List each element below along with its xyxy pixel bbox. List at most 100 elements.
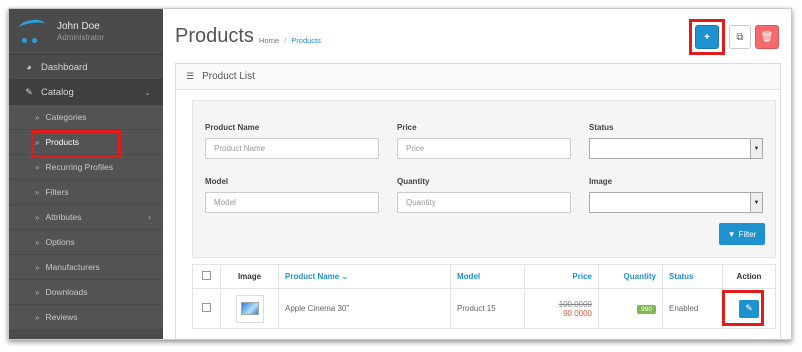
row-action: ✎ xyxy=(722,288,776,329)
double-chevron-right-icon: » xyxy=(35,137,40,147)
col-price[interactable]: Price xyxy=(524,264,599,289)
sidebar-item-recurring-profiles[interactable]: » Recurring Profiles xyxy=(9,155,163,180)
sidebar-item-label: Attributes xyxy=(45,212,82,222)
col-action: Action xyxy=(722,264,776,289)
breadcrumb: Home / Products xyxy=(259,36,321,45)
sidebar-item-label: Downloads xyxy=(45,287,88,297)
copy-button[interactable]: ⧉ xyxy=(729,25,751,49)
col-image: Image xyxy=(220,264,279,289)
copy-icon: ⧉ xyxy=(736,31,744,43)
select-all-checkbox[interactable] xyxy=(202,271,211,280)
sidebar-item-categories[interactable]: » Categories xyxy=(9,105,163,130)
profile-role: Administrator xyxy=(57,32,105,42)
model-input[interactable]: Model xyxy=(205,192,379,213)
row-select-cell xyxy=(192,288,221,329)
app-window: John Doe Administrator ◕ Dashboard ✎ Cat… xyxy=(8,8,792,340)
table-header-row: Image Product Name ⌄ Model Price Quantit… xyxy=(192,264,776,289)
filter-quantity: Quantity Quantity xyxy=(397,177,571,213)
quantity-badge: 990 xyxy=(637,305,656,314)
sidebar-item-label: Options xyxy=(45,237,75,247)
double-chevron-right-icon: » xyxy=(35,187,40,197)
double-chevron-right-icon: » xyxy=(35,262,40,272)
row-model: Product 15 xyxy=(450,288,525,329)
filter-model: Model Model xyxy=(205,177,379,213)
double-chevron-right-icon: » xyxy=(35,112,40,122)
table-row: Apple Cinema 30" Product 15 100.0000 90.… xyxy=(192,288,776,329)
sidebar-item-products[interactable]: » Products xyxy=(9,130,163,155)
filter-product-name: Product Name Product Name xyxy=(205,123,379,159)
dropdown-arrow-icon: ▼ xyxy=(750,139,762,158)
sidebar-item-catalog[interactable]: ✎ Catalog ⌄ xyxy=(9,80,163,105)
breadcrumb-home[interactable]: Home xyxy=(259,36,279,45)
select-all-cell xyxy=(192,264,221,289)
panel-heading: ☰ Product List xyxy=(176,64,780,90)
placeholder: Quantity xyxy=(406,198,436,207)
row-status: Enabled xyxy=(662,288,723,329)
sidebar-item-manufacturers[interactable]: » Manufacturers xyxy=(9,255,163,280)
breadcrumb-products[interactable]: Products xyxy=(291,36,321,45)
sidebar-item-label: Manufacturers xyxy=(45,262,100,272)
page-title: Products xyxy=(175,25,254,47)
sidebar-item-label: Dashboard xyxy=(41,61,88,73)
opencart-logo-icon xyxy=(18,17,47,46)
price-old: 100.0000 xyxy=(558,299,592,309)
sidebar-item-dashboard[interactable]: ◕ Dashboard xyxy=(9,55,163,80)
sidebar-item-label: Reviews xyxy=(45,312,78,322)
sort-desc-icon: ⌄ xyxy=(341,272,349,281)
product-table: Image Product Name ⌄ Model Price Quantit… xyxy=(192,264,776,329)
sidebar-item-label: Filters xyxy=(45,187,69,197)
page-header: Products Home / Products + ⧉ 🗑︎ xyxy=(163,9,791,55)
status-select[interactable]: ▼ xyxy=(589,138,763,159)
panel-title: Product List xyxy=(202,71,255,82)
col-model[interactable]: Model xyxy=(450,264,525,289)
filter-label: Price xyxy=(397,123,417,132)
chevron-down-icon: ⌄ xyxy=(144,87,151,97)
sidebar: John Doe Administrator ◕ Dashboard ✎ Cat… xyxy=(9,9,163,339)
trash-icon: 🗑︎ xyxy=(760,31,774,43)
filter-label: Product Name xyxy=(205,123,260,132)
col-status[interactable]: Status xyxy=(662,264,723,289)
plus-icon: + xyxy=(704,31,710,43)
double-chevron-right-icon: » xyxy=(35,162,40,172)
col-quantity[interactable]: Quantity xyxy=(598,264,663,289)
row-price: 100.0000 90.0000 xyxy=(524,288,599,329)
sidebar-item-label: Categories xyxy=(45,112,87,122)
sidebar-item-reviews[interactable]: » Reviews xyxy=(9,305,163,330)
list-icon: ☰ xyxy=(186,71,195,81)
price-input[interactable]: Price xyxy=(397,138,571,159)
image-select[interactable]: ▼ xyxy=(589,192,763,213)
price-special: 90.0000 xyxy=(563,308,592,318)
col-product-name[interactable]: Product Name ⌄ xyxy=(278,264,451,289)
filter-button[interactable]: ▼ Filter xyxy=(719,223,765,245)
pencil-icon: ✎ xyxy=(745,303,753,313)
sidebar-item-label: Products xyxy=(45,137,79,147)
filter-label: Model xyxy=(205,177,229,186)
main-content: Products Home / Products + ⧉ 🗑︎ ☰ Produc… xyxy=(163,9,791,339)
sidebar-item-downloads[interactable]: » Downloads xyxy=(9,280,163,305)
edit-button[interactable]: ✎ xyxy=(739,299,759,318)
filter-icon: ▼ xyxy=(727,229,736,239)
add-new-button[interactable]: + xyxy=(695,25,719,49)
row-quantity: 990 xyxy=(598,288,663,329)
sidebar-item-filters[interactable]: » Filters xyxy=(9,180,163,205)
double-chevron-right-icon: » xyxy=(35,237,40,247)
filter-box: Product Name Product Name Price Price St… xyxy=(192,100,776,258)
row-product-name: Apple Cinema 30" xyxy=(278,288,451,329)
row-checkbox[interactable] xyxy=(202,303,211,312)
sidebar-item-options[interactable]: » Options xyxy=(9,230,163,255)
profile: John Doe Administrator xyxy=(9,9,163,55)
filter-label: Quantity xyxy=(397,177,430,186)
filter-image: Image ▼ xyxy=(589,177,763,213)
sidebar-item-attributes[interactable]: » Attributes › xyxy=(9,205,163,230)
monitor-image xyxy=(240,302,259,315)
filter-price: Price Price xyxy=(397,123,571,159)
product-list-panel: ☰ Product List Product Name Product Name… xyxy=(175,63,781,339)
double-chevron-right-icon: » xyxy=(35,312,40,322)
sidebar-item-label: Recurring Profiles xyxy=(45,162,114,172)
dashboard-icon: ◕ xyxy=(26,62,32,72)
product-name-input[interactable]: Product Name xyxy=(205,138,379,159)
placeholder: Price xyxy=(406,144,425,153)
quantity-input[interactable]: Quantity xyxy=(397,192,571,213)
filter-status: Status ▼ xyxy=(589,123,763,159)
delete-button[interactable]: 🗑︎ xyxy=(755,25,779,49)
